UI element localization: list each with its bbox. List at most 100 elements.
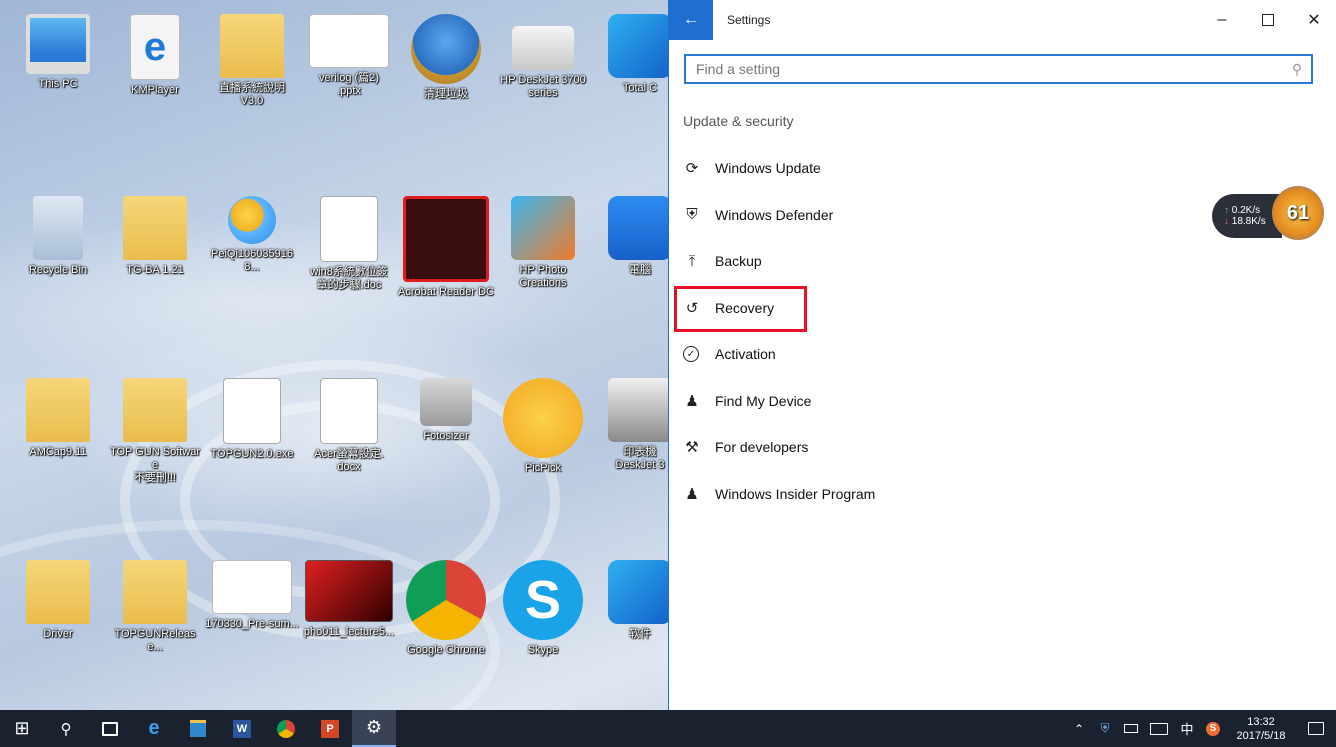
window-title: Settings — [727, 13, 771, 27]
maximize-button[interactable] — [1245, 0, 1291, 40]
search-button[interactable]: ⚲ — [44, 710, 88, 747]
pptx-file-icon — [309, 14, 389, 68]
desktop-icon[interactable]: win8系統數位簽 章的步驟.doc — [301, 196, 397, 292]
desktop-icon-label: PeiQi1060359168... — [211, 248, 293, 273]
desktop-icon[interactable]: HP DeskJet 3700 series — [495, 14, 591, 100]
shield-icon: ⛨ — [1100, 721, 1110, 735]
app-icon — [608, 560, 672, 624]
desktop-icon[interactable]: Recycle Bin — [10, 196, 106, 277]
close-icon: ✕ — [1307, 12, 1321, 29]
desktop-icon-label: Recycle Bin — [28, 264, 88, 276]
folder-icon — [123, 196, 187, 260]
nav-item-backup[interactable]: ⤒ Backup — [683, 243, 762, 279]
desktop-icon-label: TG-BA 1.21 — [126, 264, 184, 276]
word-doc-icon — [320, 196, 378, 262]
nav-item-label: Windows Insider Program — [715, 485, 876, 502]
desktop-icon[interactable]: 170330_Pre-sum... — [204, 560, 300, 631]
desktop-icon[interactable]: This PC — [10, 14, 106, 91]
desktop-icon[interactable]: e KMPlayer — [107, 14, 203, 97]
person-pin-icon: ♟ — [685, 392, 699, 410]
edge-button[interactable]: e — [132, 710, 176, 747]
minimize-icon: – — [1217, 11, 1227, 28]
battery-icon — [1124, 724, 1138, 733]
chat-icon — [228, 196, 276, 244]
notification-icon — [1308, 722, 1324, 735]
desktop-icon-label: HP Photo Creations — [519, 264, 567, 289]
nav-item-windows-update[interactable]: ⟳ Windows Update — [683, 150, 821, 186]
search-icon: ⚲ — [60, 720, 72, 738]
search-icon[interactable]: ⚲ — [1283, 61, 1311, 78]
printer-icon — [512, 26, 574, 70]
powerpoint-icon: P — [321, 719, 339, 738]
desktop-icon[interactable]: TG-BA 1.21 — [107, 196, 203, 277]
maximize-icon — [1262, 14, 1274, 26]
battery-tray-button[interactable] — [1118, 710, 1144, 747]
touch-keyboard-button[interactable] — [1144, 710, 1174, 747]
search-box[interactable]: ⚲ — [684, 54, 1313, 84]
desktop-icon[interactable]: PicPick — [495, 378, 591, 475]
folder-icon — [123, 378, 187, 442]
desktop-icon-label: PicPick — [524, 462, 562, 474]
pptx-file-icon — [212, 560, 292, 614]
installer-icon — [223, 378, 281, 444]
settings-taskbar-button[interactable]: ⚙ — [352, 710, 396, 747]
desktop-icon[interactable]: 清理垃圾 — [398, 14, 494, 101]
recycle-bin-icon — [33, 196, 83, 260]
shield-icon: ⛨ — [686, 206, 698, 223]
speed-badge[interactable]: 61 — [1272, 186, 1324, 240]
desktop-icon[interactable]: S Skype — [495, 560, 591, 657]
video-file-icon — [305, 560, 393, 622]
windows-logo-icon: ⊞ — [14, 718, 30, 738]
palette-icon — [503, 378, 583, 458]
chrome-button[interactable] — [264, 710, 308, 747]
desktop-icon[interactable]: 直播系統說明 V3.0 — [204, 14, 300, 108]
word-doc-icon — [320, 378, 378, 444]
desktop-icon[interactable]: Google Chrome — [398, 560, 494, 657]
skype-icon: S — [503, 560, 583, 640]
gear-icon: ⚙ — [365, 717, 383, 737]
recovery-highlight-box — [674, 286, 807, 332]
desktop-icon[interactable]: PeiQi1060359168... — [204, 196, 300, 274]
word-icon: W — [233, 719, 251, 738]
desktop-icon-label: TOP GUN Software 不要刪!!! — [109, 446, 201, 484]
powerpoint-button[interactable]: P — [308, 710, 352, 747]
desktop-icon[interactable]: AMCap9.11 — [10, 378, 106, 459]
desktop-icon[interactable]: TOP GUN Software 不要刪!!! — [107, 378, 203, 485]
defender-tray-button[interactable]: ⛨ — [1092, 710, 1118, 747]
desktop-icon[interactable]: verilog (篇2) .pptx — [301, 14, 397, 98]
start-button[interactable]: ⊞ — [0, 710, 44, 747]
photo-app-icon — [511, 196, 575, 260]
camera-icon — [420, 378, 472, 426]
desktop-icon[interactable]: Acer螢幕設定. docx — [301, 378, 397, 474]
nav-item-windows-insider-program[interactable]: ♟ Windows Insider Program — [683, 476, 875, 512]
action-center-button[interactable] — [1296, 710, 1336, 747]
sogou-tray-button[interactable]: S — [1200, 710, 1226, 747]
nav-item-activation[interactable]: ✓ Activation — [683, 336, 776, 372]
desktop-icon[interactable]: TOPGUNRelease... — [107, 560, 203, 654]
desktop-icon-label: 清理垃圾 — [424, 88, 468, 100]
desktop-icon[interactable]: pho011_lecture5... — [301, 560, 397, 639]
search-input[interactable] — [686, 60, 1283, 78]
clock[interactable]: 13:32 2017/5/18 — [1226, 715, 1296, 743]
store-button[interactable] — [176, 710, 220, 747]
minimize-button[interactable]: – — [1199, 0, 1245, 40]
desktop-icon[interactable]: Acrobat Reader DC — [398, 196, 494, 299]
nav-item-windows-defender[interactable]: ⛨ Windows Defender — [683, 197, 833, 233]
desktop-icon-label: This PC — [38, 78, 78, 90]
desktop-icon[interactable]: Fotosizer — [398, 378, 494, 443]
desktop-icon-label: 170330_Pre-sum... — [205, 618, 299, 630]
close-button[interactable]: ✕ — [1291, 0, 1336, 40]
nav-item-find-my-device[interactable]: ♟ Find My Device — [683, 383, 811, 419]
task-view-button[interactable] — [88, 710, 132, 747]
nav-item-label: Find My Device — [715, 392, 812, 409]
back-button[interactable]: ← — [669, 0, 713, 40]
ime-button[interactable]: 中 — [1174, 710, 1200, 747]
nav-item-label: Windows Update — [715, 160, 821, 176]
word-button[interactable]: W — [220, 710, 264, 747]
computer-icon — [26, 14, 90, 74]
desktop-icon[interactable]: TOPGUN2.0.exe — [204, 378, 300, 461]
nav-item-for-developers[interactable]: ⚒ For developers — [683, 429, 808, 465]
show-hidden-icons-button[interactable]: ⌃ — [1066, 710, 1092, 747]
desktop-icon[interactable]: Driver — [10, 560, 106, 641]
desktop-icon[interactable]: HP Photo Creations — [495, 196, 591, 290]
